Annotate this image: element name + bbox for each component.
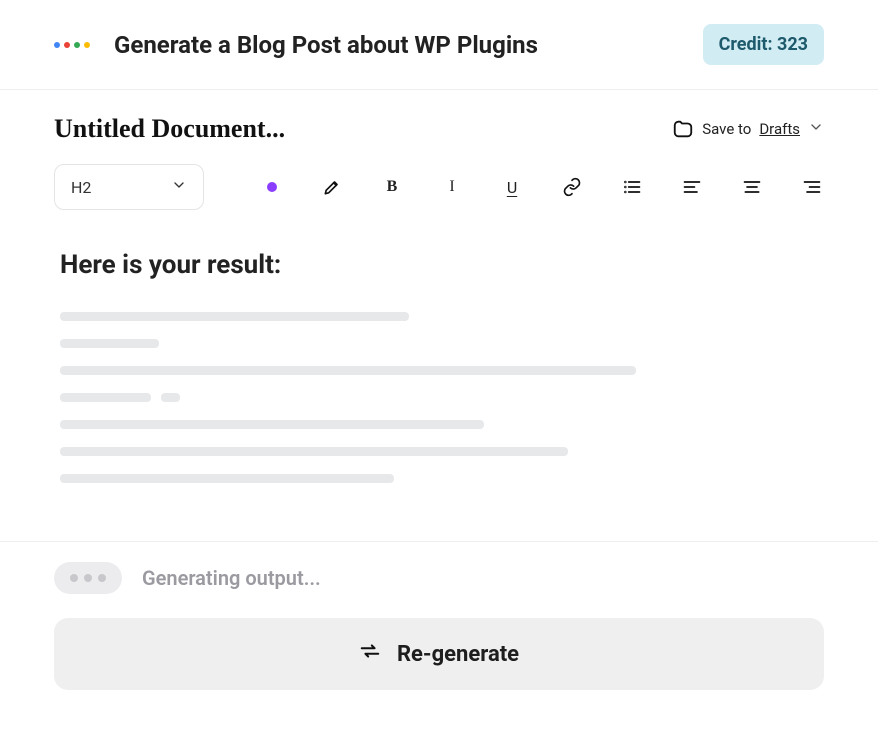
- italic-button[interactable]: I: [440, 175, 464, 199]
- highlighter-icon: [322, 177, 342, 197]
- heading-select[interactable]: H2: [54, 164, 204, 210]
- bold-button[interactable]: B: [380, 175, 404, 199]
- link-button[interactable]: [560, 175, 584, 199]
- align-center-icon: [742, 177, 762, 197]
- editor-toolbar: H2 B I U: [0, 152, 878, 230]
- result-heading: Here is your result:: [60, 250, 818, 280]
- folder-icon: [672, 118, 694, 140]
- align-right-icon: [802, 177, 822, 197]
- editor-content: Here is your result:: [0, 230, 878, 541]
- regenerate-label: Re-generate: [397, 642, 519, 667]
- text-color-button[interactable]: [260, 175, 284, 199]
- color-dot-icon: [267, 182, 277, 192]
- align-left-icon: [682, 177, 702, 197]
- list-button[interactable]: [620, 175, 644, 199]
- chevron-down-icon: [171, 177, 187, 197]
- loading-dots-icon: [54, 562, 122, 594]
- document-title[interactable]: Untitled Document...: [54, 114, 285, 144]
- align-right-button[interactable]: [800, 175, 824, 199]
- sub-header: Untitled Document... Save to Drafts: [0, 90, 878, 152]
- bold-icon: B: [387, 178, 398, 196]
- app-logo: [54, 42, 90, 48]
- loading-skeleton: [60, 312, 818, 483]
- credit-badge: Credit: 323: [703, 24, 824, 65]
- underline-button[interactable]: U: [500, 175, 524, 199]
- align-left-button[interactable]: [680, 175, 704, 199]
- save-target: Drafts: [759, 120, 800, 138]
- align-center-button[interactable]: [740, 175, 764, 199]
- generating-text: Generating output...: [142, 566, 321, 590]
- toolbar-items: B I U: [260, 175, 824, 199]
- link-icon: [562, 177, 582, 197]
- save-prefix: Save to: [702, 120, 751, 138]
- footer: Generating output... Re-generate: [0, 541, 878, 730]
- header-bar: Generate a Blog Post about WP Plugins Cr…: [0, 0, 878, 90]
- regenerate-button[interactable]: Re-generate: [54, 618, 824, 690]
- swap-icon: [359, 640, 381, 668]
- generating-status: Generating output...: [54, 562, 824, 594]
- save-to-button[interactable]: Save to Drafts: [672, 118, 824, 140]
- page-title: Generate a Blog Post about WP Plugins: [114, 31, 538, 59]
- heading-select-value: H2: [71, 178, 91, 197]
- header-left: Generate a Blog Post about WP Plugins: [54, 31, 538, 59]
- highlight-button[interactable]: [320, 175, 344, 199]
- underline-icon: U: [507, 178, 517, 197]
- italic-icon: I: [449, 178, 454, 196]
- list-icon: [622, 177, 642, 197]
- chevron-down-icon: [808, 119, 824, 139]
